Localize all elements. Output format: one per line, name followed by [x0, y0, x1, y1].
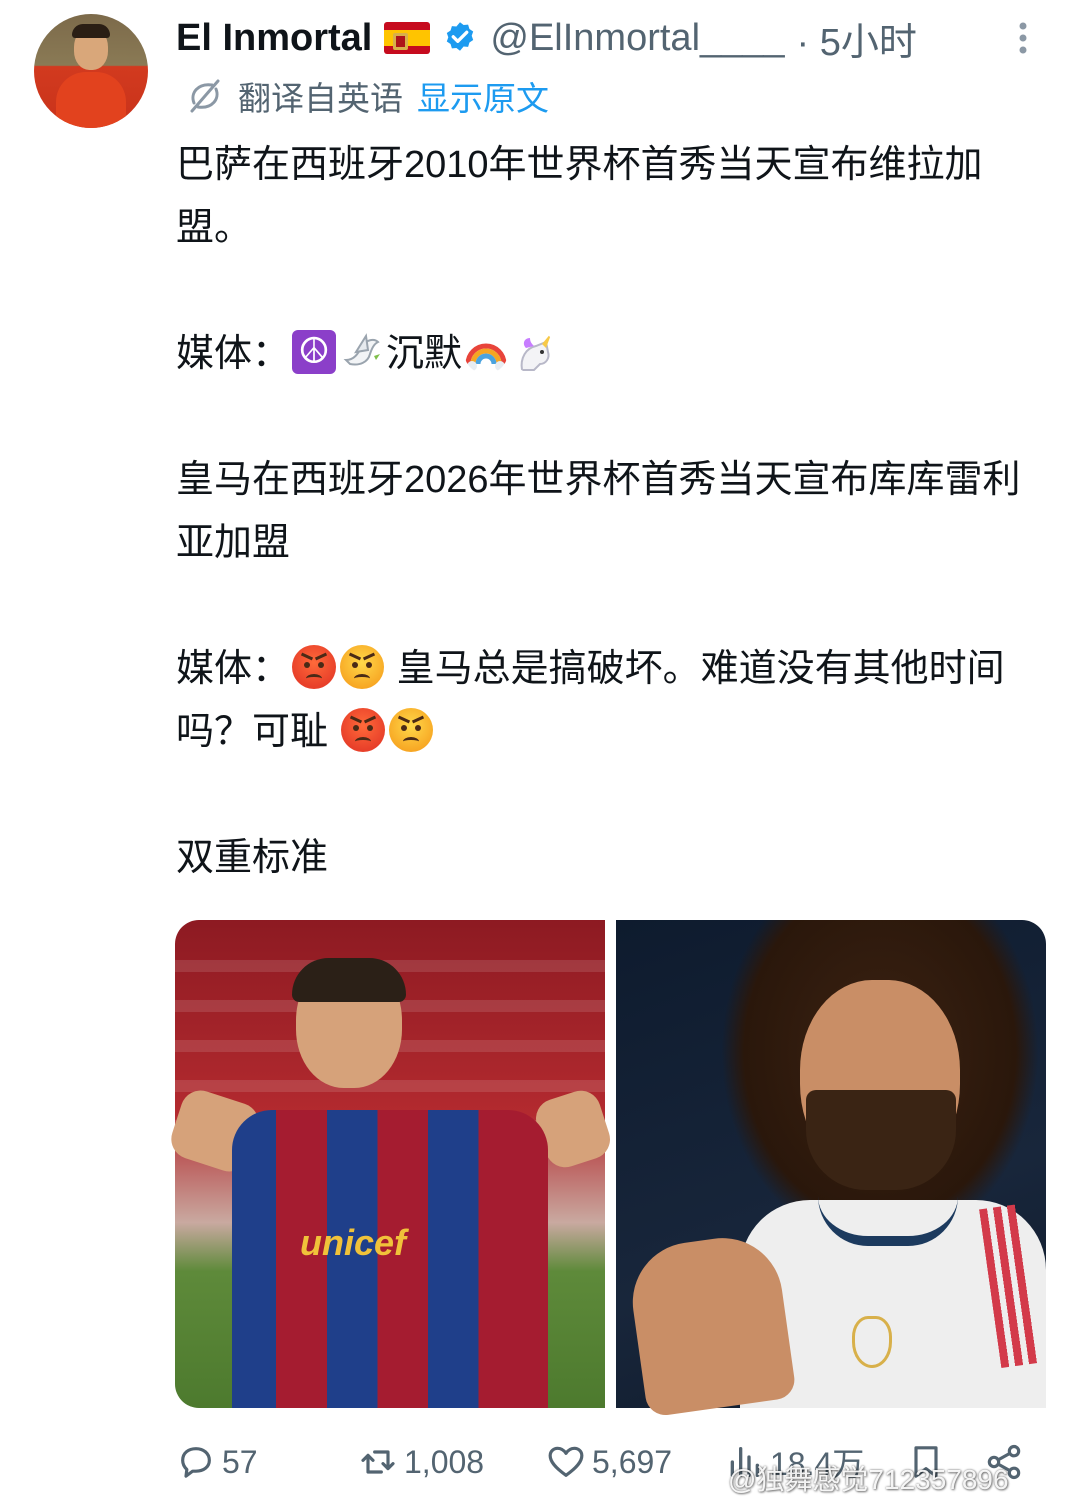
jersey-sponsor-text: unicef [300, 1222, 407, 1263]
tweet-timestamp[interactable]: · 5小时 [797, 11, 917, 66]
show-original-link[interactable]: 显示原文 [417, 72, 549, 120]
angry-face-emoji-icon [292, 645, 337, 689]
unicorn-emoji-icon [520, 332, 553, 371]
translation-row: 翻译自英语 显示原文 [186, 74, 549, 118]
retweet-icon [361, 1450, 395, 1474]
more-options-icon[interactable] [1010, 18, 1036, 58]
verified-badge-icon [447, 22, 474, 51]
rainbow-emoji-icon [465, 343, 507, 371]
reply-button[interactable]: 57 [176, 1438, 258, 1486]
pouting-face-emoji-icon [340, 645, 385, 689]
tweet-paragraph-1: 巴萨在西班牙2010年世界杯首秀当天宣布维拉加盟。 [176, 144, 983, 249]
player2-beard [806, 1090, 956, 1190]
spain-flag-icon [384, 22, 431, 54]
author-avatar[interactable] [34, 14, 148, 128]
reply-icon [181, 1447, 211, 1478]
tweet-header: El Inmortal @ElInmortal____ · 5小时 [176, 12, 917, 64]
tweet-paragraph-4: 媒体： 皇马总是搞破坏。难道没有其他时间吗？可耻 [176, 638, 1046, 764]
translate-icon [190, 79, 220, 113]
pouting-face-emoji-icon-2 [388, 708, 433, 752]
watermark-text: @独舞感觉712357896 [728, 1464, 1009, 1495]
like-count: 5,697 [592, 1443, 673, 1480]
author-display-name[interactable]: El Inmortal [176, 17, 372, 60]
like-button[interactable]: 5,697 [546, 1438, 672, 1486]
peace-emoji-icon [292, 330, 337, 374]
avatar-shirt [56, 72, 126, 128]
translation-label: 翻译自英语 [238, 80, 403, 117]
tweet-body: 巴萨在西班牙2010年世界杯首秀当天宣布维拉加盟。 媒体： 沉默 皇马在西班牙20… [176, 134, 1046, 890]
reply-count: 57 [222, 1443, 258, 1480]
media-label: 媒体： [176, 333, 291, 375]
retweet-count: 1,008 [404, 1443, 485, 1480]
player-hair [292, 958, 406, 1002]
tweet-paragraph-5: 双重标准 [176, 837, 329, 879]
angry-face-emoji-icon-2 [340, 708, 385, 752]
silence-word: 沉默 [386, 333, 463, 375]
media-label-2: 媒体： [176, 648, 291, 690]
author-handle[interactable]: @ElInmortal____ [490, 17, 784, 60]
club-crest-icon [852, 1316, 892, 1368]
dove-emoji-icon [343, 333, 381, 366]
retweet-button[interactable]: 1,008 [358, 1438, 484, 1486]
tweet-paragraph-3: 皇马在西班牙2026年世界杯首秀当天宣布库库雷利亚加盟 [176, 459, 1021, 564]
heart-icon [548, 1446, 584, 1477]
avatar-hair [72, 24, 110, 38]
tweet-paragraph-2: 媒体： 沉默 [176, 323, 1046, 386]
